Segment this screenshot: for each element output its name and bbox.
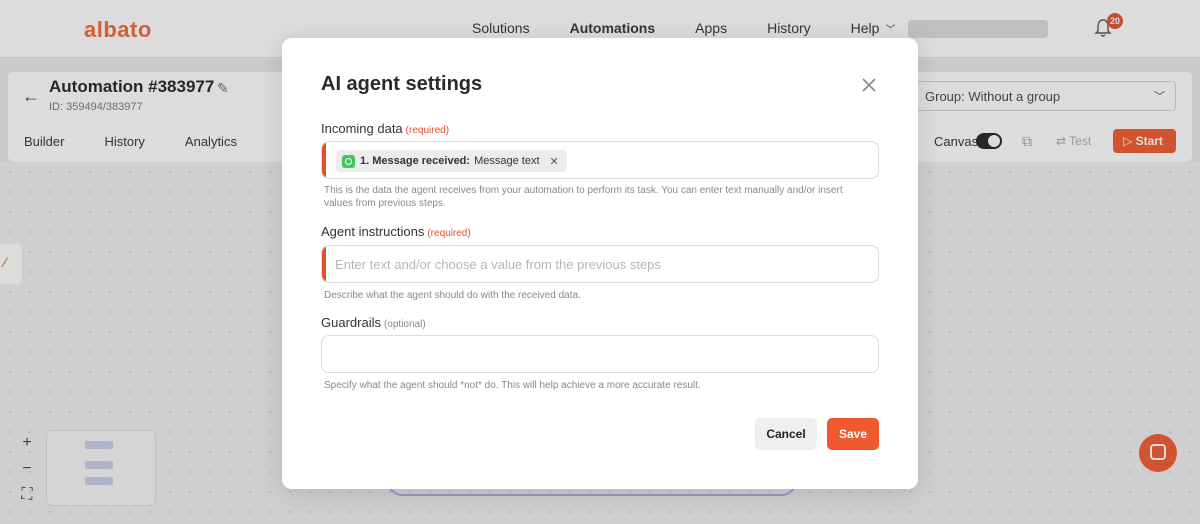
whatsapp-icon [342, 154, 355, 168]
guardrails-field [321, 335, 879, 373]
cancel-button[interactable]: Cancel [755, 418, 817, 450]
close-icon[interactable] [860, 76, 878, 94]
chip-remove-icon[interactable]: ✕ [550, 155, 559, 168]
save-button[interactable]: Save [827, 418, 879, 450]
incoming-data-help: This is the data the agent receives from… [324, 185, 843, 209]
agent-instructions-label-text: Agent instructions [321, 224, 425, 239]
value-chip[interactable]: 1. Message received: Message text ✕ [336, 150, 567, 172]
incoming-data-label-text: Incoming data [321, 121, 403, 136]
modal-title: AI agent settings [321, 73, 483, 95]
required-tag: (required) [427, 228, 471, 239]
guardrails-help: Specify what the agent should *not* do. … [324, 380, 701, 391]
chip-value: Message text [474, 155, 540, 167]
required-tag: (required) [405, 125, 450, 136]
ai-agent-settings-modal: AI agent settings Incoming data (required… [282, 38, 918, 489]
guardrails-input[interactable] [335, 347, 865, 362]
agent-instructions-field [321, 245, 879, 283]
chip-step: 1. Message received: [360, 155, 471, 167]
guardrails-label: Guardrails (optional) [321, 315, 426, 330]
agent-instructions-label: Agent instructions (required) [321, 224, 471, 239]
agent-instructions-input[interactable] [335, 257, 865, 272]
incoming-data-field[interactable]: 1. Message received: Message text ✕ [321, 141, 879, 179]
incoming-data-label: Incoming data (required) [321, 121, 449, 136]
optional-tag: (optional) [383, 319, 426, 330]
guardrails-label-text: Guardrails [321, 315, 381, 330]
agent-instructions-help: Describe what the agent should do with t… [324, 290, 581, 301]
